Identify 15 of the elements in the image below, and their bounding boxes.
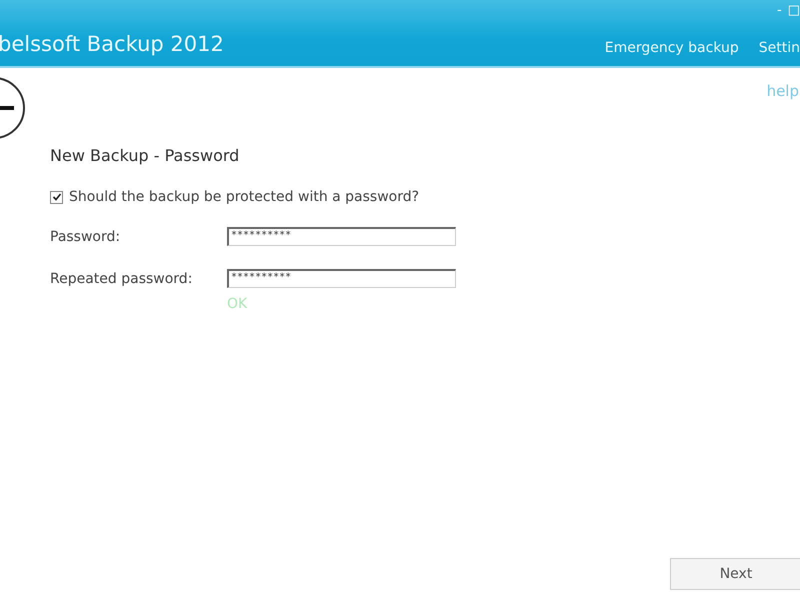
nav-link[interactable]: Emergency backup [604,40,739,56]
maximize-button[interactable]: □ [788,3,800,18]
checkbox-label: Should the backup be protected with a password? [69,189,420,205]
status-text: OK [227,296,248,312]
checkbox[interactable] [50,190,63,204]
minimize-button[interactable]: - [777,3,782,18]
field-label: Password: [50,228,122,244]
help-link[interactable]: help [766,82,799,100]
field-label: Repeated password: [50,270,194,286]
password-field[interactable]: ********** [227,227,456,246]
next-button[interactable]: Next [670,558,800,590]
password-field[interactable]: ********** [227,269,456,288]
page-heading: New Backup - Password [50,146,240,165]
nav-link[interactable]: Settin [758,40,800,56]
app-title: belssoft Backup 2012 [0,32,224,56]
